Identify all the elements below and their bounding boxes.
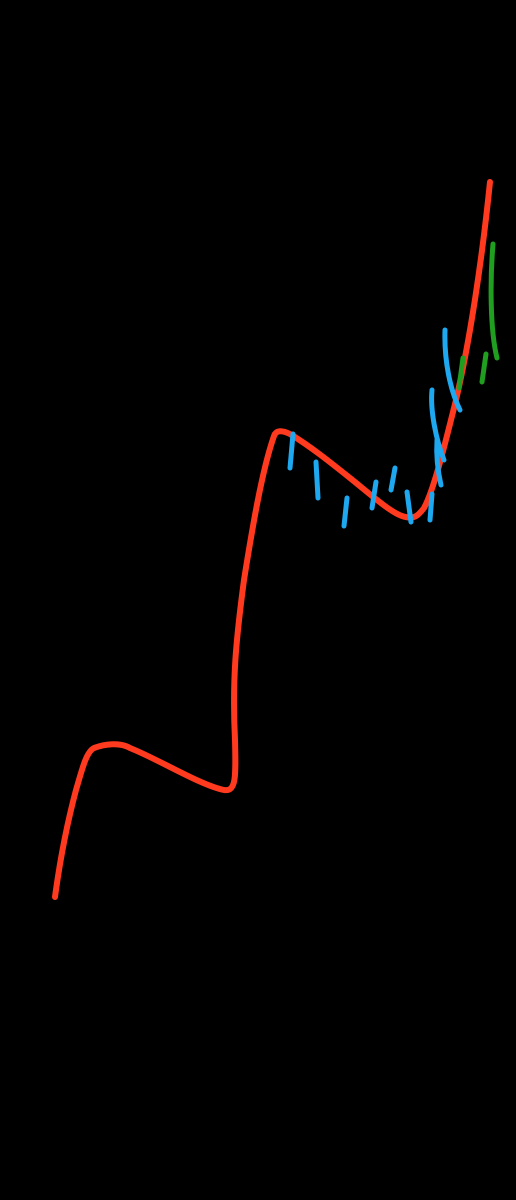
- green-hatch-stroke: [479, 351, 489, 385]
- blue-hatch-group: [287, 327, 463, 529]
- sketch-svg: [52, 179, 500, 900]
- red-trend-line: [52, 179, 493, 900]
- drawing-canvas: [0, 0, 516, 1200]
- blue-hatch-stroke: [369, 479, 379, 511]
- green-hatch-stroke: [488, 241, 500, 361]
- blue-hatch-stroke: [388, 465, 398, 493]
- blue-hatch-stroke: [427, 491, 435, 523]
- blue-hatch-stroke: [313, 459, 321, 501]
- blue-hatch-stroke: [287, 431, 296, 471]
- blue-hatch-stroke: [341, 495, 350, 529]
